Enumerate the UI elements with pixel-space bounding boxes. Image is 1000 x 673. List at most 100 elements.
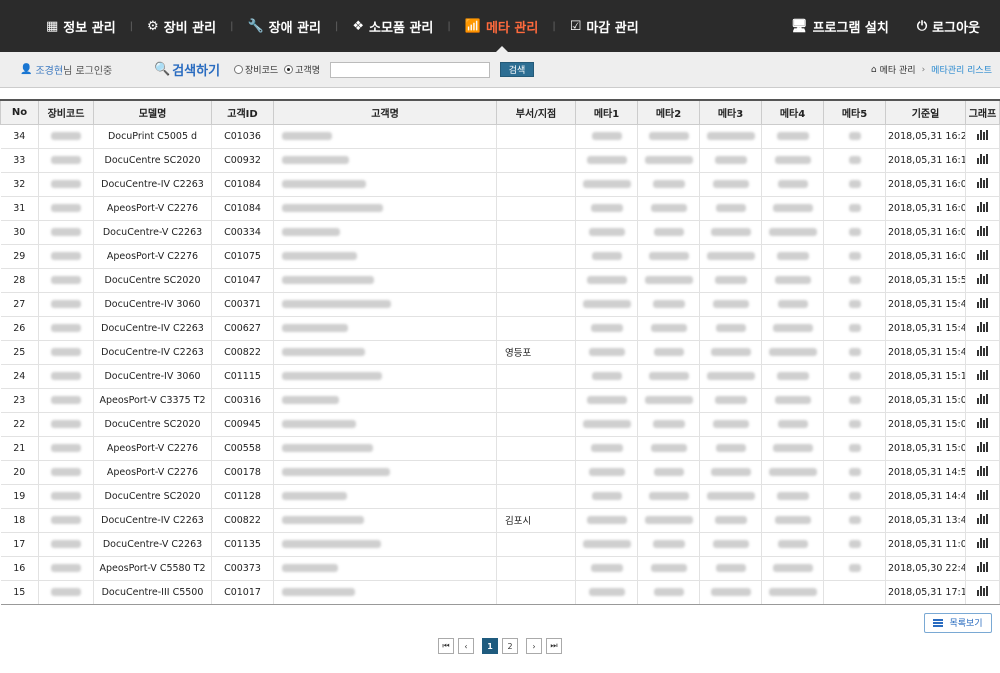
row-number: 24: [0, 364, 39, 389]
meter-1: [575, 460, 638, 485]
first-page-button[interactable]: ⏮: [438, 638, 454, 654]
redacted-value: [774, 516, 811, 524]
graph-button[interactable]: [965, 172, 1000, 197]
redacted-value: [51, 396, 81, 404]
graph-button[interactable]: [965, 580, 1000, 605]
prev-page-button[interactable]: ‹: [458, 638, 474, 654]
login-status: 👤 조경현 님 로그인중: [20, 62, 154, 77]
graph-button[interactable]: [965, 292, 1000, 317]
column-header: 메타5: [823, 99, 886, 125]
column-header: 메타1: [575, 99, 638, 125]
redacted-value: [710, 348, 751, 356]
redacted-value: [776, 132, 809, 140]
list-view-label: 목록보기: [949, 619, 983, 629]
meter-5: [823, 364, 886, 389]
meter-4: [761, 292, 824, 317]
search-icon: 🔍: [154, 62, 171, 77]
nav-item-2[interactable]: ⚙ 장비 관리: [133, 0, 230, 52]
row-number: 17: [0, 532, 39, 557]
redacted-value: [590, 204, 623, 212]
nav-right-label: 로그아웃: [932, 20, 980, 36]
customer-name: [273, 196, 497, 221]
nav-item-5[interactable]: 📶 메타 관리: [451, 0, 553, 52]
graph-button[interactable]: [965, 364, 1000, 389]
graph-button[interactable]: [965, 340, 1000, 365]
equipment-code: [38, 436, 94, 461]
breadcrumb-root[interactable]: 메타 관리: [880, 63, 916, 76]
radio-customer-name[interactable]: 고객명: [284, 63, 320, 76]
meter-3: [699, 292, 762, 317]
customer-name: [273, 364, 497, 389]
logout-button[interactable]: ⏻ 로그아웃: [903, 0, 994, 52]
redacted-value: [51, 444, 81, 452]
page-1[interactable]: 1: [482, 638, 498, 654]
meter-1: [575, 268, 638, 293]
table-row: 20 ApeosPort-V C2276 C00178 2018,05,31 14:5…: [0, 460, 1000, 485]
radio-customer-label: 고객명: [295, 66, 320, 76]
graph-button[interactable]: [965, 508, 1000, 533]
graph-button[interactable]: [965, 412, 1000, 437]
redacted-value: [848, 180, 861, 188]
nav-item-1[interactable]: ▦ 정보 관리: [32, 0, 130, 52]
nav-item-3[interactable]: 🔧 장애 관리: [233, 0, 335, 52]
meter-4: [761, 148, 824, 173]
radio-dot[interactable]: [234, 65, 244, 74]
model-name: DocuCentre-V C2263: [93, 220, 212, 245]
meter-3: [699, 484, 762, 509]
radio-equipment-code[interactable]: 장비코드: [234, 63, 278, 76]
graph-button[interactable]: [965, 268, 1000, 293]
equipment-code: [38, 172, 94, 197]
search-input[interactable]: [330, 61, 490, 78]
bar-chart-icon: [977, 321, 988, 332]
redacted-value: [652, 180, 685, 188]
cubes-icon: ❖: [352, 18, 365, 34]
meter-5: [823, 340, 886, 365]
radio-dot-selected[interactable]: [284, 65, 294, 74]
redacted-value: [848, 492, 861, 500]
equipment-code: [38, 556, 94, 581]
bar-chart-icon: [977, 153, 988, 164]
graph-button[interactable]: [965, 244, 1000, 269]
graph-button[interactable]: [965, 316, 1000, 341]
bar-chart-icon: [977, 273, 988, 284]
search-button[interactable]: 검색: [500, 62, 534, 77]
meter-3: [699, 412, 762, 437]
redacted-value: [591, 132, 622, 140]
reference-date: 2018,05,31 16:09: [885, 172, 966, 197]
redacted-value: [653, 228, 684, 236]
graph-button[interactable]: [965, 436, 1000, 461]
list-view-button[interactable]: 목록보기: [924, 612, 992, 633]
equipment-code: [38, 508, 94, 533]
next-page-button[interactable]: ›: [526, 638, 542, 654]
page-2[interactable]: 2: [502, 638, 518, 654]
meter-4: [761, 172, 824, 197]
column-header: 메타4: [761, 99, 824, 125]
search-title: 🔍 검색하기: [154, 60, 220, 79]
nav-item-6[interactable]: ☑ 마감 관리: [556, 0, 653, 52]
graph-button[interactable]: [965, 556, 1000, 581]
equipment-code: [38, 532, 94, 557]
breadcrumb: ⌂ 메타 관리 › 메타관리 리스트: [871, 63, 992, 77]
meter-4: [761, 436, 824, 461]
customer-name: [273, 412, 497, 437]
redacted-value: [714, 276, 747, 284]
graph-button[interactable]: [965, 196, 1000, 221]
nav-item-4[interactable]: ❖ 소모품 관리: [338, 0, 447, 52]
install-program-button[interactable]: 🖥 프로그램 설치: [777, 0, 903, 52]
graph-button[interactable]: [965, 124, 1000, 149]
graph-button[interactable]: [965, 148, 1000, 173]
graph-button[interactable]: [965, 484, 1000, 509]
last-page-button[interactable]: ⏭: [546, 638, 562, 654]
redacted-value: [653, 348, 684, 356]
meter-2: [637, 388, 700, 413]
meter-4: [761, 316, 824, 341]
meter-5: [823, 124, 886, 149]
redacted-value: [586, 276, 627, 284]
redacted-value: [282, 468, 390, 476]
graph-button[interactable]: [965, 532, 1000, 557]
graph-button[interactable]: [965, 220, 1000, 245]
customer-id: C01115: [211, 364, 274, 389]
graph-button[interactable]: [965, 460, 1000, 485]
graph-button[interactable]: [965, 388, 1000, 413]
redacted-value: [650, 204, 687, 212]
